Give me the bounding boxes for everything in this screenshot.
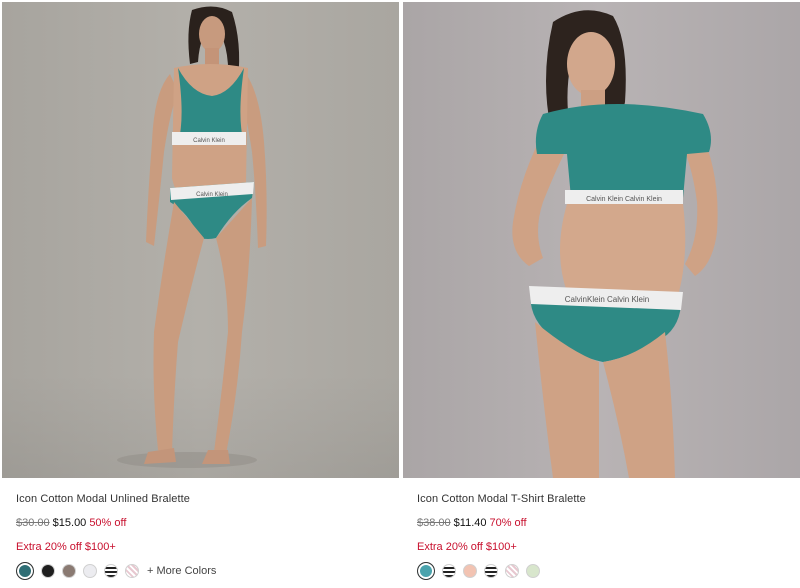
product-title[interactable]: Icon Cotton Modal T-Shirt Bralette: [417, 493, 586, 505]
svg-text:Calvin Klein: Calvin Klein: [193, 138, 225, 144]
product-title[interactable]: Icon Cotton Modal Unlined Bralette: [16, 493, 190, 505]
product-image-1[interactable]: Calvin Klein Calvin Klein: [2, 2, 399, 478]
color-swatch-stripe-black[interactable]: [442, 564, 456, 578]
color-swatches: + More Colors: [16, 562, 216, 580]
color-swatches: [417, 562, 540, 580]
product-card-1[interactable]: Calvin Klein Calvin Klein Icon Cotton Mo…: [2, 0, 399, 588]
discount-label: 70% off: [489, 517, 527, 529]
sale-price: $15.00: [52, 517, 87, 529]
color-swatch-stripe-gray[interactable]: [484, 564, 498, 578]
color-swatch-pink-stripe[interactable]: [505, 564, 519, 578]
sale-price: $11.40: [453, 517, 487, 529]
original-price: $30.00: [16, 517, 50, 529]
svg-text:CalvinKlein Calvin Klei: CalvinKlein Calvin Klein: [565, 295, 649, 304]
svg-text:Calvin Klein: Calvin Klein: [196, 192, 228, 198]
promo-text: Extra 20% off $100+: [16, 541, 116, 553]
price-row: $38.00 $11.40 70% off: [417, 517, 527, 529]
more-colors-link[interactable]: + More Colors: [147, 565, 216, 577]
color-swatch-pink-pattern[interactable]: [125, 564, 139, 578]
model-photo-2: Calvin Klein Calvin Klein CalvinKlein Ca…: [512, 10, 718, 478]
model-photo-1: Calvin Klein Calvin Klein: [117, 6, 267, 468]
svg-text:Calvin Klein Calvin Klein: Calvin Klein Calvin Klein: [586, 196, 662, 203]
color-swatch-light-gray[interactable]: [83, 564, 97, 578]
promo-text: Extra 20% off $100+: [417, 541, 517, 553]
color-swatch-black[interactable]: [41, 564, 55, 578]
product-card-2[interactable]: Calvin Klein Calvin Klein CalvinKlein Ca…: [403, 0, 800, 588]
color-swatch-taupe[interactable]: [62, 564, 76, 578]
color-swatch-peach[interactable]: [463, 564, 477, 578]
color-swatch-teal[interactable]: [16, 562, 34, 580]
color-swatch-stripe[interactable]: [104, 564, 118, 578]
color-swatch-teal[interactable]: [417, 562, 435, 580]
original-price: $38.00: [417, 517, 451, 529]
discount-label: 50% off: [89, 517, 127, 529]
price-row: $30.00 $15.00 50% off: [16, 517, 126, 529]
color-swatch-sage[interactable]: [526, 564, 540, 578]
product-image-2[interactable]: Calvin Klein Calvin Klein CalvinKlein Ca…: [403, 2, 800, 478]
